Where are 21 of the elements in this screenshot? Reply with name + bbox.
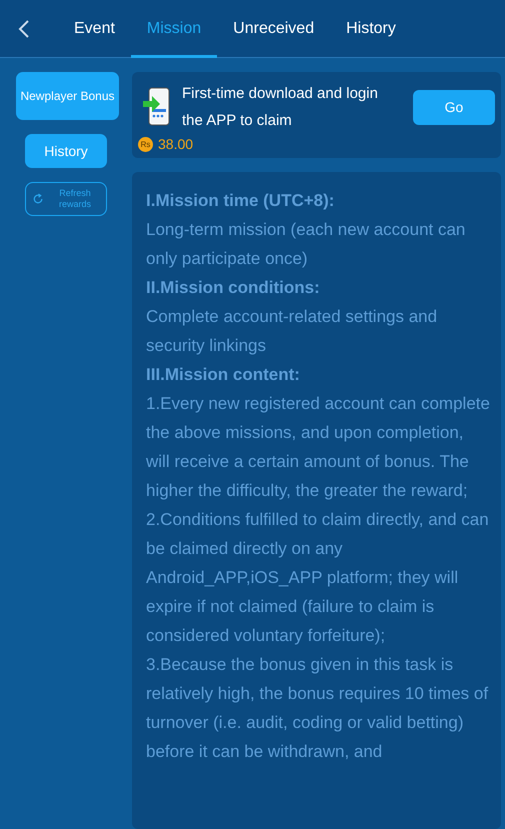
refresh-button[interactable]: Refresh rewards: [25, 182, 107, 216]
rule-heading: I.Mission time (UTC+8):: [146, 190, 336, 212]
tab[interactable]: History: [330, 0, 412, 58]
tab[interactable]: Event: [58, 0, 131, 58]
rule-heading: II.Mission conditions:: [146, 277, 321, 299]
coin-icon: Rs: [138, 136, 153, 152]
rule-text: Long-term mission (each new account can only participate once): [146, 219, 466, 270]
rule-text: 2.Conditions fulfilled to claim directly, and can be claimed directly on any Android_APP,iOS_APP platform; they will expire if not claimed (failure to claim is considered voluntary forfeiture);: [146, 509, 490, 647]
mission-title: First-time download and login the APP to claim: [182, 84, 379, 131]
rule-text: Complete account-related settings and security linkings: [146, 306, 438, 357]
history-button[interactable]: History: [25, 134, 107, 168]
tab[interactable]: Unreceived: [217, 0, 330, 58]
phone-download-icon: [142, 87, 172, 127]
rule-text: 3.Because the bonus given in this task is relatively high, the bonus requires 10 times of turnover (i.e. audit, coding or valid betting) before it can be withdrawn, and: [146, 654, 490, 763]
go-button[interactable]: Go: [413, 90, 495, 124]
rule-text: 1.Every new registered account can complete the above missions, and upon completion, will receive a certain amount of bonus. The higher the difficulty, the greater the reward;: [146, 393, 491, 502]
category-tab[interactable]: Newplayer Bonus: [16, 72, 119, 120]
back-icon[interactable]: [18, 18, 30, 38]
rule-heading: III.Mission content:: [146, 364, 301, 386]
reward-amount: 38.00: [158, 136, 194, 152]
tab[interactable]: Mission: [130, 0, 218, 58]
